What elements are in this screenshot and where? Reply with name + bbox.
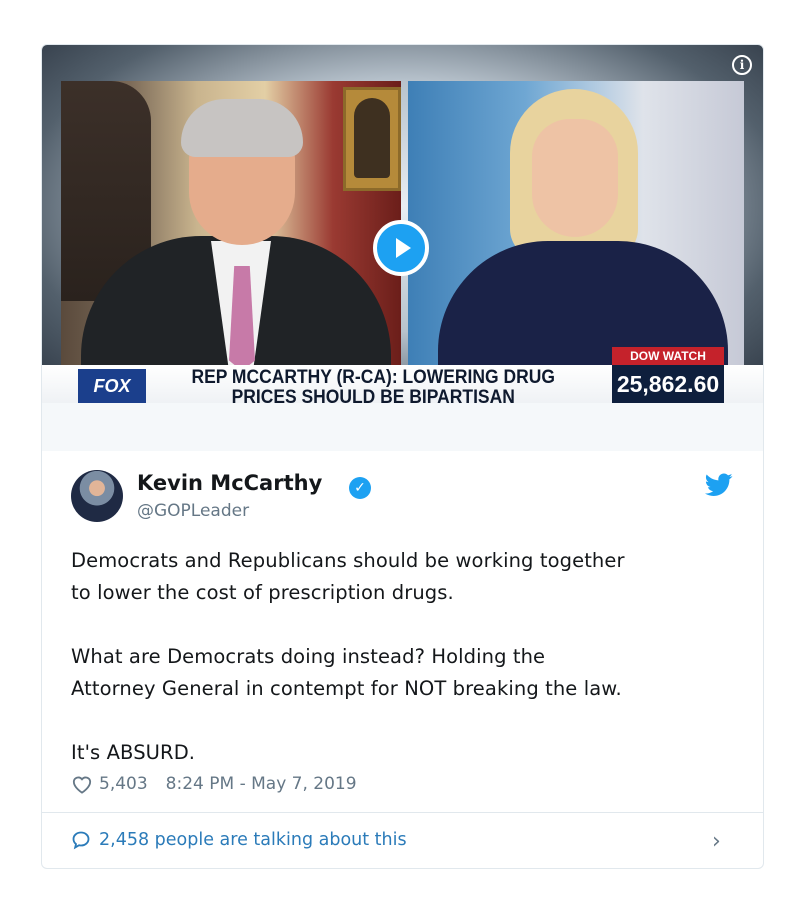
tweet-meta: 5,403 8:24 PM - May 7, 2019 <box>71 771 357 797</box>
reply-bubble-icon <box>72 831 90 850</box>
dow-watch-value: 25,862.60 <box>612 365 724 403</box>
chevron-right-icon[interactable]: › <box>712 829 721 854</box>
tweet-timestamp[interactable]: 8:24 PM - May 7, 2019 <box>166 774 357 794</box>
media-footer-band <box>42 403 763 451</box>
info-icon[interactable]: i <box>732 55 752 75</box>
fox-logo: FOX <box>78 369 146 403</box>
divider <box>42 812 763 813</box>
chyron-line-1: REP MCCARTHY (R-CA): LOWERING DRUG <box>191 367 555 388</box>
twitter-bird-icon[interactable] <box>705 473 733 497</box>
author-handle[interactable]: @GOPLeader <box>137 501 249 521</box>
video-right-panel <box>408 81 744 365</box>
video-media[interactable]: FOX REP MCCARTHY (R-CA): LOWERING DRUG P… <box>42 45 763 403</box>
heart-icon[interactable] <box>71 774 93 794</box>
avatar[interactable] <box>71 470 123 522</box>
dow-watch-label: DOW WATCH <box>612 347 724 365</box>
like-count[interactable]: 5,403 <box>99 774 148 794</box>
verified-badge-icon: ✓ <box>349 477 371 499</box>
embedded-tweet-card: FOX REP MCCARTHY (R-CA): LOWERING DRUG P… <box>41 44 764 869</box>
talking-link[interactable]: 2,458 people are talking about this <box>71 825 407 855</box>
portrait-painting <box>343 87 401 191</box>
talking-text[interactable]: 2,458 people are talking about this <box>99 830 407 850</box>
anchor-face <box>532 119 618 237</box>
chyron: REP MCCARTHY (R-CA): LOWERING DRUG PRICE… <box>180 367 566 404</box>
tweet-text: Democrats and Republicans should be work… <box>71 549 625 764</box>
speaker-hair <box>181 99 303 157</box>
video-left-panel <box>61 81 401 365</box>
chyron-line-2: PRICES SHOULD BE BIPARTISAN <box>231 387 515 404</box>
author-name[interactable]: Kevin McCarthy <box>137 471 322 495</box>
play-icon[interactable] <box>373 220 429 276</box>
